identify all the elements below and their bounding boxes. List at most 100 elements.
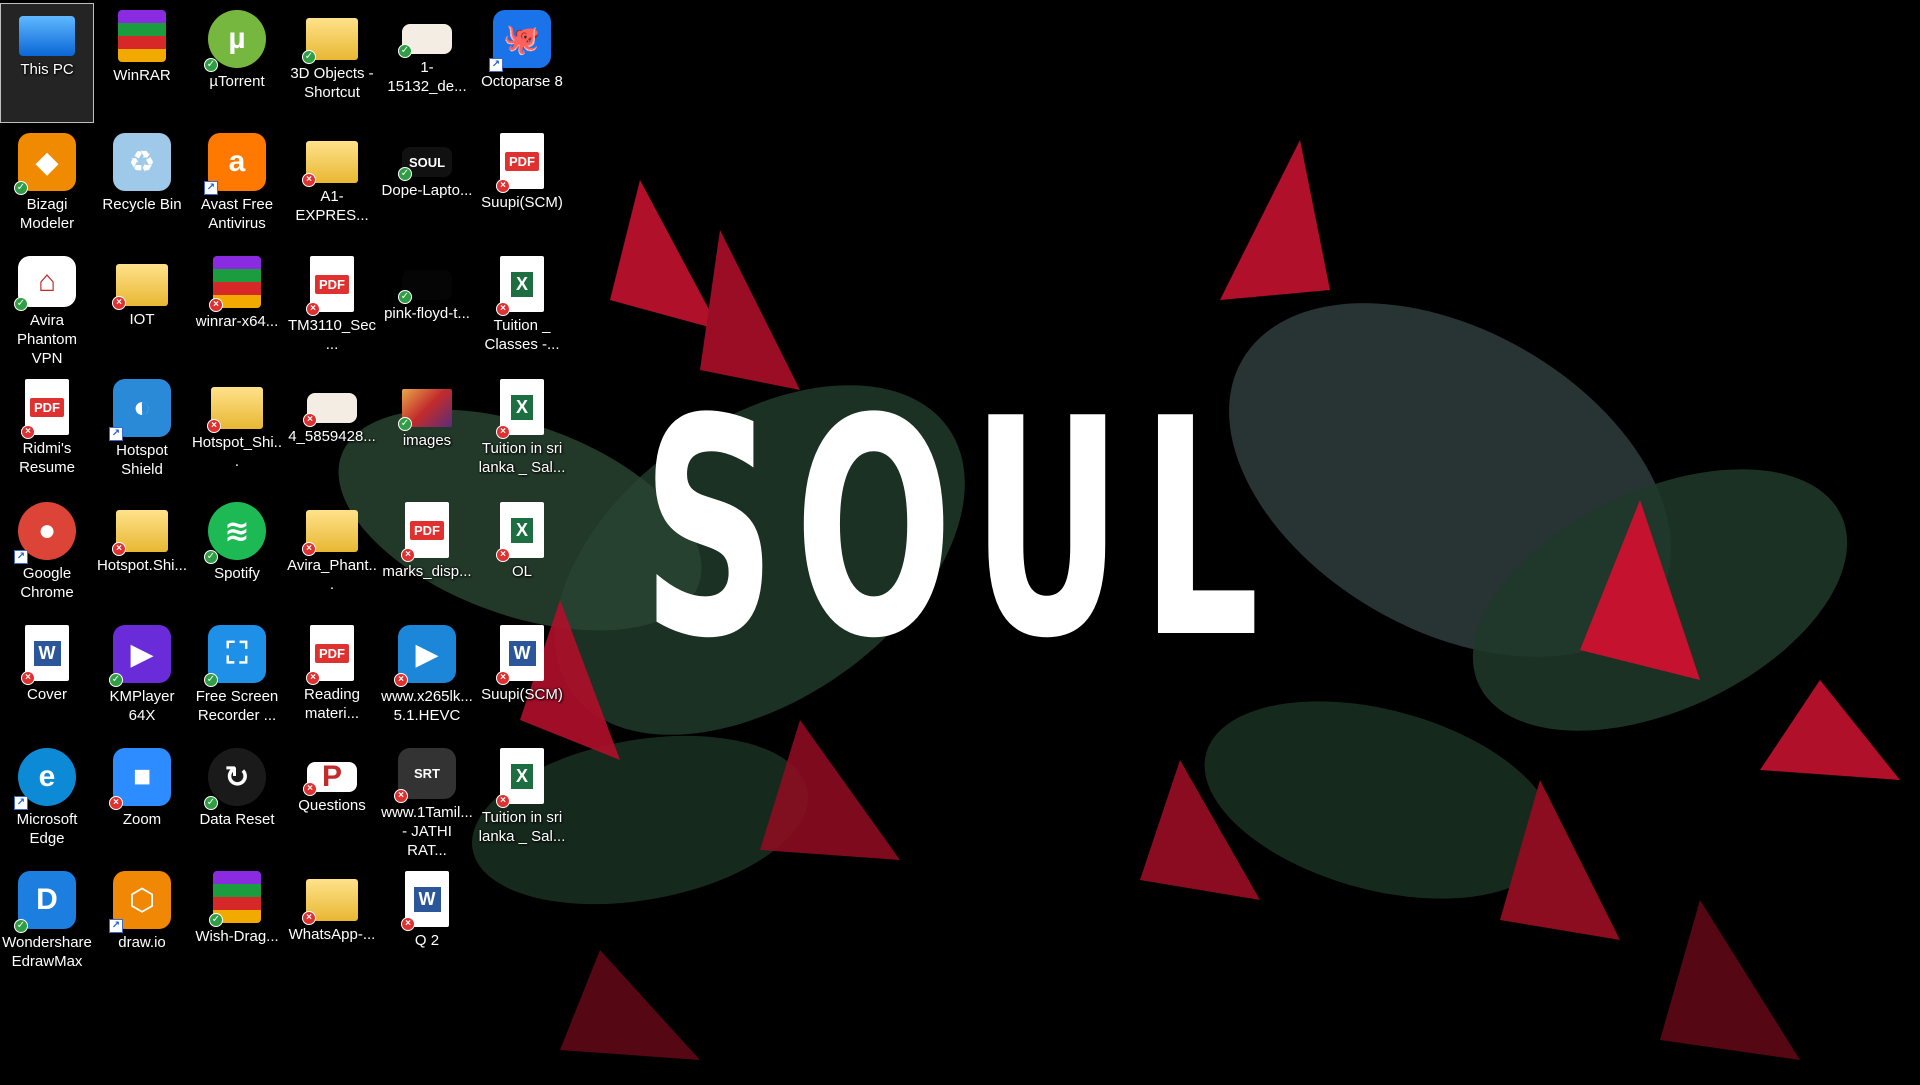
sync-ok-icon: ✓	[398, 290, 412, 304]
folder-icon: ×	[112, 510, 168, 556]
desktop-icon-kmplayer-64x[interactable]: ▶ ✓ KMPlayer 64X	[96, 619, 188, 737]
desktop-icon-pink-floyd-t[interactable]: ✓ pink-floyd-t...	[381, 250, 473, 368]
desktop-icon-avira-phant[interactable]: × Avira_Phant...	[286, 496, 378, 614]
desktop-icon-torrent[interactable]: µ ✓ µTorrent	[191, 4, 283, 122]
desktop-icon-questions[interactable]: P × Questions	[286, 742, 378, 860]
sync-ok-icon: ✓	[14, 919, 28, 933]
desktop-icon-microsoft-edge[interactable]: e ↗ Microsoft Edge	[1, 742, 93, 860]
desktop-icon-hotspot-shi[interactable]: × Hotspot_Shi...	[191, 373, 283, 491]
desktop-icon-draw-io[interactable]: ⬡ ↗ draw.io	[96, 865, 188, 983]
desktop-icon-label: www.x265lk... 5.1.HEVC	[381, 688, 473, 724]
desktop-icon-whatsapp[interactable]: × WhatsApp-...	[286, 865, 378, 983]
desktop-icon-data-reset[interactable]: ↻ ✓ Data Reset	[191, 742, 283, 860]
desktop-icon-suupi-scm[interactable]: PDF × Suupi(SCM)	[476, 127, 568, 245]
desktop-icon-grid: This PC WinRAR µ ✓ µTorrent ✓ 3D Objects - Sho…	[0, 0, 600, 1000]
excel-file-icon: X ×	[496, 256, 544, 316]
sync-error-icon: ×	[496, 302, 510, 316]
folder-icon: ×	[302, 510, 358, 556]
desktop-icon-marks-disp[interactable]: PDF × marks_disp...	[381, 496, 473, 614]
desktop-icon-ridmi-s-resume[interactable]: PDF × Ridmi's Resume	[1, 373, 93, 491]
desktop-icon-tm3110-sec[interactable]: PDF × TM3110_Sec...	[286, 250, 378, 368]
data-reset-icon: ↻ ✓	[204, 748, 266, 810]
desktop-icon-label: Bizagi Modeler	[19, 196, 75, 232]
desktop-icon-dope-lapto[interactable]: SOUL ✓ Dope-Lapto...	[381, 127, 473, 245]
shortcut-arrow-icon: ↗	[14, 550, 28, 564]
desktop-icon-recycle-bin[interactable]: ♻ Recycle Bin	[96, 127, 188, 245]
desktop-icon-www-x265lk-5-1-hevc[interactable]: ▶ × www.x265lk... 5.1.HEVC	[381, 619, 473, 737]
sync-ok-icon: ✓	[398, 44, 412, 58]
desktop-icon-label: 1-15132_de...	[387, 59, 467, 95]
shortcut-arrow-icon: ↗	[14, 796, 28, 810]
drawio-icon: ⬡ ↗	[109, 871, 171, 933]
desktop-icon-images[interactable]: ✓ images	[381, 373, 473, 491]
desktop-icon-wondershare-edrawmax[interactable]: D ✓ Wondershare EdrawMax	[1, 865, 93, 983]
desktop-icon-label: Avira_Phant...	[287, 557, 377, 593]
sync-error-icon: ×	[303, 782, 317, 796]
edrawmax-icon: D ✓	[14, 871, 76, 933]
desktop-icon-hotspot-shield[interactable]: ◐ ↗ Hotspot Shield	[96, 373, 188, 491]
desktop-icon-3d-objects-shortcut[interactable]: ✓ 3D Objects - Shortcut	[286, 4, 378, 122]
desktop-icon-label: Hotspot Shield	[116, 442, 168, 478]
desktop-icon-label: TM3110_Sec...	[287, 317, 377, 353]
desktop-icon-tuition-in-sri-lanka-sal[interactable]: X × Tuition in sri lanka _ Sal...	[476, 373, 568, 491]
desktop-icon-hotspot-shi[interactable]: × Hotspot.Shi...	[96, 496, 188, 614]
word-file-icon: W ×	[496, 625, 544, 685]
pdf-file-icon: PDF ×	[496, 133, 544, 193]
desktop-icon-iot[interactable]: × IOT	[96, 250, 188, 368]
winrar-icon	[118, 10, 166, 62]
desktop-icon-label: IOT	[129, 311, 155, 328]
desktop-icon-label: Free Screen Recorder ...	[195, 688, 279, 724]
desktop-icon-bizagi-modeler[interactable]: ◆ ✓ Bizagi Modeler	[1, 127, 93, 245]
desktop-icon-this-pc[interactable]: This PC	[0, 3, 94, 123]
desktop-icon-suupi-scm[interactable]: W × Suupi(SCM)	[476, 619, 568, 737]
sync-error-icon: ×	[394, 673, 408, 687]
desktop-icon-label: This PC	[20, 61, 74, 78]
recycle-bin-icon: ♻	[113, 133, 171, 191]
sync-error-icon: ×	[302, 911, 316, 925]
desktop-icon-winrar-x64[interactable]: × winrar-x64...	[191, 250, 283, 368]
desktop-icon-octoparse-8[interactable]: 🐙 ↗ Octoparse 8	[476, 4, 568, 122]
desktop-icon-label: Avira Phantom VPN	[16, 312, 78, 367]
desktop-icon-label: Questions	[298, 797, 366, 814]
desktop-icon-a1-expres[interactable]: × A1-EXPRES...	[286, 127, 378, 245]
desktop-icon-reading-materi[interactable]: PDF × Reading materi...	[286, 619, 378, 737]
pdf-file-icon: PDF ×	[21, 379, 69, 439]
desktop-icon-google-chrome[interactable]: ● ↗ Google Chrome	[1, 496, 93, 614]
pdf-file-icon: PDF ×	[306, 625, 354, 685]
desktop-icon-wish-drag[interactable]: ✓ Wish-Drag...	[191, 865, 283, 983]
desktop-icon-winrar[interactable]: WinRAR	[96, 4, 188, 122]
desktop-icon-cover[interactable]: W × Cover	[1, 619, 93, 737]
kmplayer-icon: ▶ ✓	[109, 625, 171, 687]
winrar-installer-icon: ×	[209, 256, 261, 312]
desktop-icon-label: Octoparse 8	[481, 73, 563, 90]
desktop-icon-zoom[interactable]: ■ × Zoom	[96, 742, 188, 860]
sync-error-icon: ×	[109, 796, 123, 810]
sync-error-icon: ×	[306, 671, 320, 685]
desktop-icon-4-5859428[interactable]: × 4_5859428...	[286, 373, 378, 491]
desktop-icon-ol[interactable]: X × OL	[476, 496, 568, 614]
desktop-icon-label: Reading materi...	[304, 686, 360, 722]
desktop-icon-avast-free-antivirus[interactable]: a ↗ Avast Free Antivirus	[191, 127, 283, 245]
zoom-icon: ■ ×	[109, 748, 171, 810]
desktop-icon-label: Wish-Drag...	[195, 928, 279, 945]
desktop-icon-1-15132-de[interactable]: ✓ 1-15132_de...	[381, 4, 473, 122]
desktop-icon-label: Dope-Lapto...	[381, 182, 473, 199]
desktop-icon-q-2[interactable]: W × Q 2	[381, 865, 473, 983]
desktop-icon-tuition-in-sri-lanka-sal[interactable]: X × Tuition in sri lanka _ Sal...	[476, 742, 568, 860]
sync-ok-icon: ✓	[204, 550, 218, 564]
sync-ok-icon: ✓	[398, 167, 412, 181]
desktop-icon-label: Zoom	[122, 811, 162, 828]
sync-error-icon: ×	[112, 296, 126, 310]
desktop-icon-spotify[interactable]: ≋ ✓ Spotify	[191, 496, 283, 614]
folder-icon: ×	[302, 879, 358, 925]
desktop-icon-label: Hotspot.Shi...	[96, 557, 188, 574]
sync-ok-icon: ✓	[204, 673, 218, 687]
desktop-icon-avira-phantom-vpn[interactable]: ⌂ ✓ Avira Phantom VPN	[1, 250, 93, 368]
sync-error-icon: ×	[496, 794, 510, 808]
desktop-icon-free-screen-recorder[interactable]: ⛶ ✓ Free Screen Recorder ...	[191, 619, 283, 737]
desktop-icon-label: Tuition in sri lanka _ Sal...	[478, 809, 566, 845]
desktop-icon-www-1tamil-jathi-rat[interactable]: SRT × www.1Tamil... - JATHI RAT...	[381, 742, 473, 860]
desktop-icon-label: Tuition in sri lanka _ Sal...	[478, 440, 566, 476]
computer-icon	[19, 16, 75, 56]
desktop-icon-tuition-classes[interactable]: X × Tuition _ Classes -...	[476, 250, 568, 368]
